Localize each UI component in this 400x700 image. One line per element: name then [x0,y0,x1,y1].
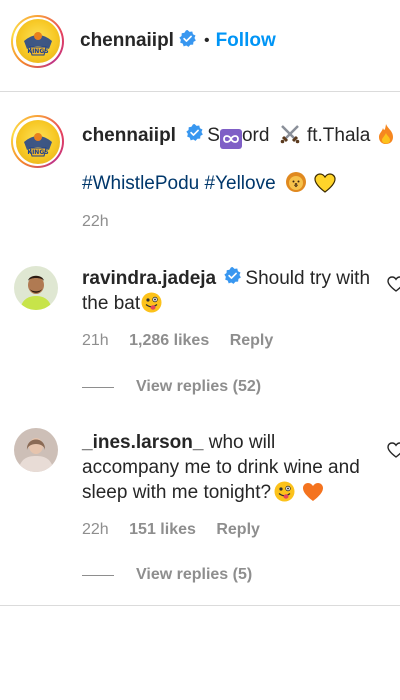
comment-likes[interactable]: 1,286 likes [129,332,209,349]
yellow-heart-emoji-icon [314,173,336,199]
commenter-avatar[interactable] [14,428,58,472]
infinity-emoji-icon [219,129,242,149]
verified-badge-icon [186,123,204,148]
comment-timestamp: 21h [82,332,109,349]
zany-face-emoji-icon [141,292,162,320]
follow-button[interactable]: Follow [216,30,276,52]
replies-divider-line [82,386,114,388]
comment-timestamp: 22h [82,521,109,538]
orange-heart-emoji-icon [302,482,324,509]
heart-outline-icon[interactable] [387,276,400,294]
caption-text-ord: ord [241,125,270,146]
view-replies-label[interactable]: View replies (5) [136,566,252,584]
comment-likes[interactable]: 151 likes [129,521,196,538]
view-replies-label[interactable]: View replies (52) [136,378,261,396]
caption-text-s: S [207,125,220,146]
reply-button[interactable]: Reply [216,521,260,538]
caption-avatar-ring[interactable]: KINGS [11,115,64,168]
replies-divider-line [82,574,114,576]
comment-username[interactable]: ravindra.jadeja [82,268,216,289]
verified-badge-icon [224,266,242,291]
fire-emoji-icon [377,123,395,152]
view-replies-button[interactable]: View replies (52) [82,378,261,396]
header-username[interactable]: chennaiipl [80,30,174,52]
post-header: KINGS chennaiipl • Follow [0,0,400,82]
svg-text:KINGS: KINGS [27,48,48,55]
view-replies-button[interactable]: View replies (5) [82,566,252,584]
profile-avatar-ring[interactable]: KINGS [11,14,64,68]
caption-username[interactable]: chennaiipl [82,125,176,146]
comments-bottom-divider [0,605,400,606]
commenter-avatar[interactable] [14,266,58,310]
csk-logo-avatar: KINGS [15,19,60,63]
heart-outline-icon[interactable] [387,442,400,460]
comment-meta: 22h 151 likes Reply [82,521,276,539]
verified-badge-icon [179,30,196,52]
header-divider [0,91,400,92]
caption-text: chennaiipl Sord ft.Thala [82,123,396,152]
zany-face-emoji-icon [274,481,295,509]
svg-text:KINGS: KINGS [27,149,48,156]
comment-meta: 21h 1,286 likes Reply [82,332,289,350]
csk-logo-avatar: KINGS [15,119,60,164]
comment-username[interactable]: _ines.larson_ [82,432,203,453]
caption-text-ft: ft.Thala [306,125,371,146]
caption-timestamp: 22h [82,213,109,230]
crossed-swords-emoji-icon [279,123,301,152]
comment-body: ravindra.jadeja Should try with the bat [82,266,372,320]
caption-hashtags[interactable]: #WhistlePodu #Yellove [82,171,337,199]
separator-dot: • [203,32,210,49]
comment-body: _ines.larson_ who will accompany me to d… [82,430,372,509]
reply-button[interactable]: Reply [230,332,274,349]
lion-emoji-icon [285,171,307,199]
